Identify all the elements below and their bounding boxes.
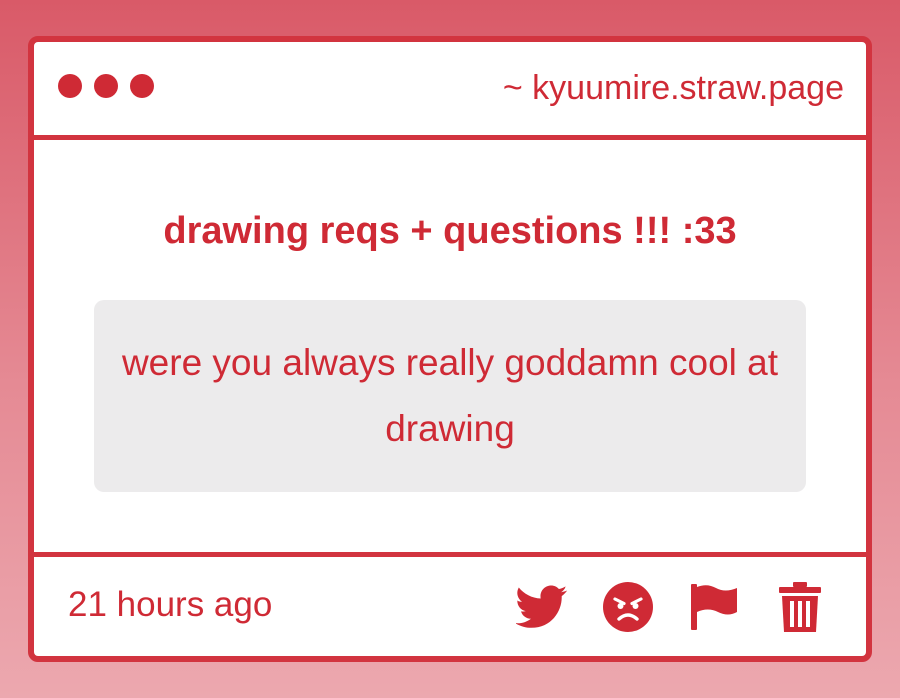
card-footer: 21 hours ago: [34, 552, 866, 656]
window-titlebar: ~ kyuumire.straw.page: [34, 42, 866, 140]
question-box: were you always really goddamn cool at d…: [94, 300, 806, 492]
angry-face-icon[interactable]: [602, 581, 654, 633]
flag-icon[interactable]: [688, 581, 740, 633]
twitter-icon[interactable]: [516, 581, 568, 633]
action-bar: [516, 581, 826, 633]
window-dot-1[interactable]: [58, 74, 82, 98]
window-dot-3[interactable]: [130, 74, 154, 98]
question-content: drawing reqs + questions !!! :33 were yo…: [34, 140, 866, 552]
window-controls: [58, 74, 154, 98]
question-text: were you always really goddamn cool at d…: [121, 342, 779, 449]
page-url[interactable]: ~ kyuumire.straw.page: [503, 69, 844, 108]
page-title: drawing reqs + questions !!! :33: [163, 210, 737, 252]
timestamp: 21 hours ago: [68, 585, 273, 624]
question-card: ~ kyuumire.straw.page drawing reqs + que…: [28, 36, 872, 662]
trash-icon[interactable]: [774, 581, 826, 633]
window-dot-2[interactable]: [94, 74, 118, 98]
